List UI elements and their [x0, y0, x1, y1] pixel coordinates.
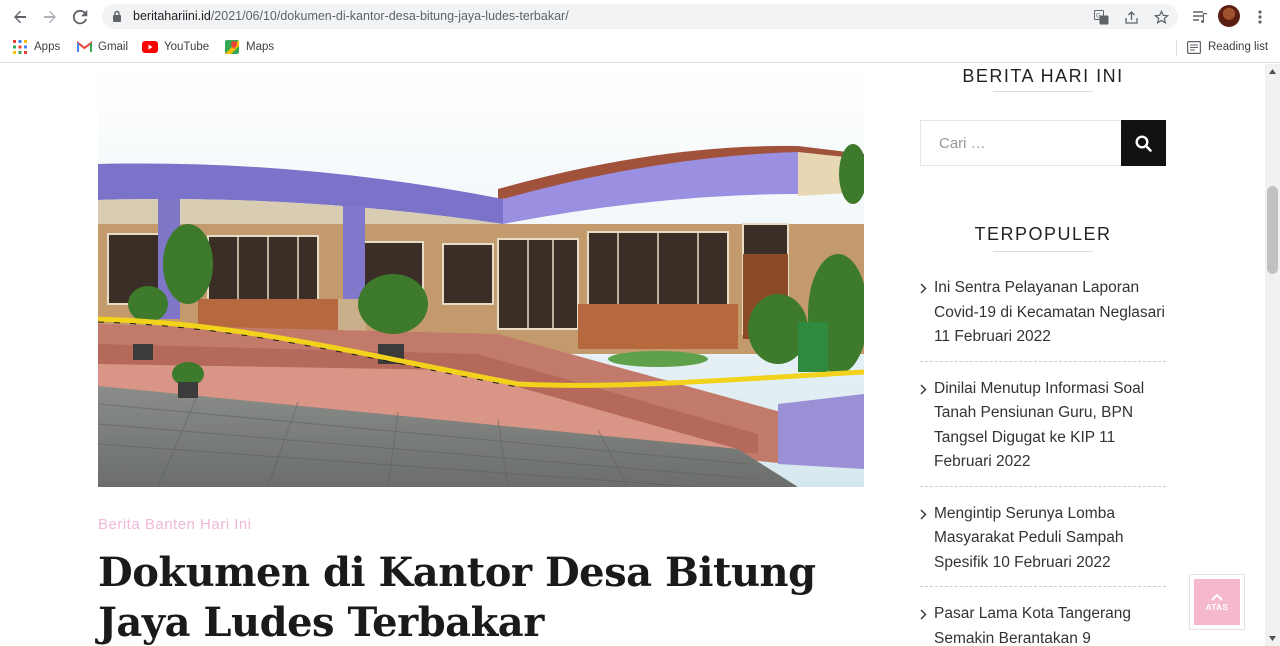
search-icon — [1135, 134, 1152, 152]
chevron-right-icon — [920, 509, 927, 519]
url-text: beritahariini.id/2021/06/10/dokumen-di-k… — [133, 9, 569, 23]
forward-button[interactable] — [38, 5, 62, 29]
triangle-down-icon — [1269, 636, 1276, 641]
reading-list-label: Reading list — [1208, 41, 1269, 53]
svg-text:G: G — [1096, 12, 1101, 19]
maps-icon — [224, 39, 240, 55]
reading-list-icon — [1186, 39, 1202, 55]
article-featured-image[interactable] — [98, 64, 864, 487]
share-icon — [1124, 10, 1138, 24]
back-to-top-inner: ATAS — [1194, 579, 1240, 625]
popular-post-link[interactable]: Ini Sentra Pelayanan Laporan Covid-19 di… — [934, 279, 1165, 345]
translate-button[interactable]: G — [1092, 8, 1110, 26]
page-scrollbar[interactable] — [1265, 64, 1280, 646]
back-button[interactable] — [8, 5, 32, 29]
chevron-up-icon — [1211, 593, 1223, 601]
bookmark-apps[interactable]: Apps — [12, 39, 60, 55]
arrow-left-icon — [14, 10, 26, 24]
popular-post-item[interactable]: Pasar Lama Kota Tangerang Semakin Berant… — [920, 599, 1166, 646]
address-bar[interactable]: beritahariini.id/2021/06/10/dokumen-di-k… — [102, 4, 1178, 29]
url-host: beritahariini.id — [133, 9, 211, 23]
chevron-right-icon — [920, 384, 927, 394]
bookmark-star-button[interactable] — [1152, 8, 1170, 26]
site-title-widget: BERITA HARI INI — [962, 66, 1124, 86]
popular-widget-title: TERPOPULER — [974, 224, 1112, 244]
profile-avatar[interactable] — [1218, 5, 1240, 27]
chevron-right-icon — [920, 283, 927, 294]
bookmarks-bar: Apps Gmail YouTube Maps Reading list — [0, 33, 1280, 63]
back-to-top-button[interactable]: ATAS — [1189, 574, 1245, 630]
media-queue-icon — [1193, 11, 1207, 24]
page-content: Berita Banten Hari Ini Dokumen di Kantor… — [0, 64, 1265, 646]
gmail-icon — [76, 39, 92, 55]
popular-post-link[interactable]: Mengintip Serunya Lomba Masyarakat Pedul… — [934, 505, 1124, 571]
reading-list-button[interactable]: Reading list — [1186, 39, 1268, 55]
search-button[interactable] — [1121, 120, 1166, 166]
bookmark-label: Apps — [34, 41, 61, 53]
translate-icon: G — [1093, 9, 1108, 24]
reload-icon — [72, 9, 88, 25]
url-path: /2021/06/10/dokumen-di-kantor-desa-bitun… — [210, 9, 569, 23]
browser-toolbar: beritahariini.id/2021/06/10/dokumen-di-k… — [0, 0, 1280, 33]
more-vert-icon — [1258, 10, 1262, 24]
arrow-right-icon — [44, 10, 56, 24]
bookmarks-separator — [1176, 40, 1177, 56]
bookmark-label: Gmail — [98, 41, 129, 53]
chevron-right-icon — [920, 609, 927, 620]
reload-button[interactable] — [68, 5, 92, 29]
popular-post-link[interactable]: Dinilai Menutup Informasi Soal Tanah Pen… — [934, 380, 1144, 471]
back-to-top-label: ATAS — [1205, 602, 1229, 612]
bookmark-maps[interactable]: Maps — [224, 39, 274, 55]
article-category-link[interactable]: Berita Banten Hari Ini — [98, 516, 252, 533]
scroll-thumb[interactable] — [1267, 186, 1278, 274]
popular-posts-list: Ini Sentra Pelayanan Laporan Covid-19 di… — [920, 273, 1166, 646]
popular-post-item[interactable]: Dinilai Menutup Informasi Soal Tanah Pen… — [920, 374, 1166, 487]
widget-divider — [993, 91, 1093, 92]
star-icon — [1153, 9, 1169, 24]
popular-post-item[interactable]: Mengintip Serunya Lomba Masyarakat Pedul… — [920, 499, 1166, 587]
scroll-down-arrow[interactable] — [1265, 631, 1280, 646]
search-input[interactable] — [920, 120, 1121, 166]
triangle-up-icon — [1269, 69, 1276, 74]
burned-village-office-photo — [98, 64, 864, 487]
apps-grid-icon — [12, 39, 28, 55]
lock-icon — [113, 10, 121, 22]
youtube-icon — [142, 39, 158, 55]
bookmark-youtube[interactable]: YouTube — [142, 39, 209, 55]
share-button[interactable] — [1122, 8, 1140, 26]
scroll-up-arrow[interactable] — [1265, 64, 1280, 79]
bookmark-label: YouTube — [164, 41, 210, 53]
article-title: Dokumen di Kantor Desa Bitung Jaya Ludes… — [98, 549, 816, 646]
bookmark-gmail[interactable]: Gmail — [76, 39, 128, 55]
chrome-menu-button[interactable] — [1248, 5, 1272, 29]
media-control-button[interactable] — [1188, 5, 1212, 29]
bookmark-label: Maps — [246, 41, 275, 53]
popular-post-link[interactable]: Pasar Lama Kota Tangerang Semakin Berant… — [934, 605, 1131, 646]
widget-divider — [993, 251, 1093, 252]
popular-post-item[interactable]: Ini Sentra Pelayanan Laporan Covid-19 di… — [920, 273, 1166, 362]
